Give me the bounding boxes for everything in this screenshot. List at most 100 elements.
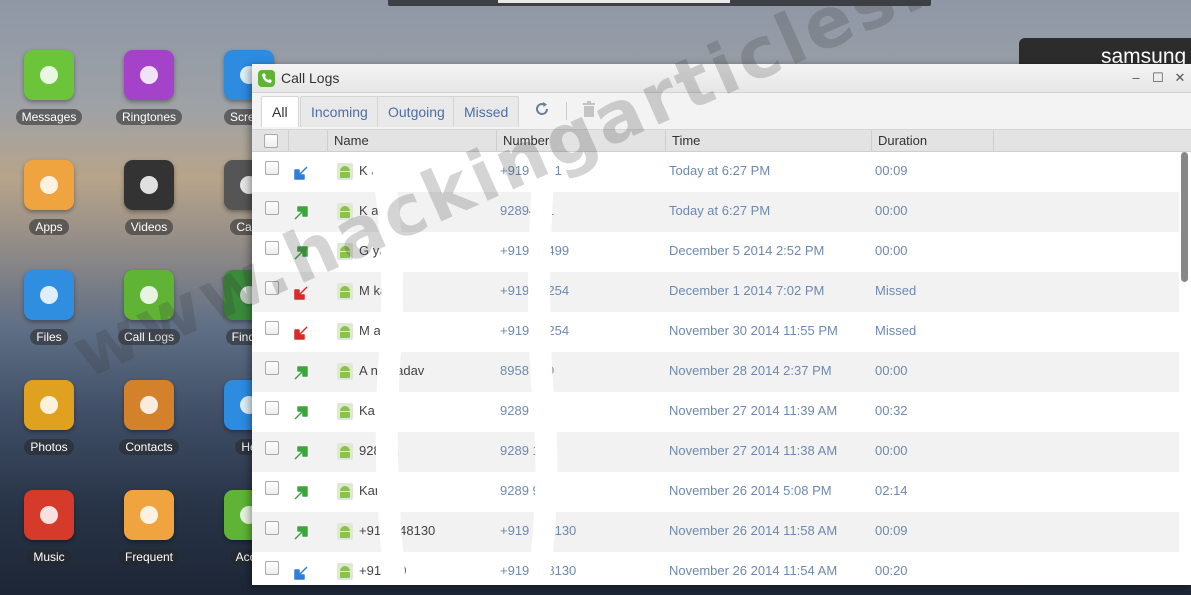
row-checkbox[interactable] — [265, 481, 279, 495]
maximize-button[interactable]: ☐ — [1147, 70, 1169, 86]
row-checkbox[interactable] — [265, 321, 279, 335]
phone-number: 9289 971 — [500, 483, 555, 498]
call-duration: Missed — [875, 283, 917, 298]
table-row[interactable]: K a +919 9971 Today at 6:27 PM 00:09 — [252, 152, 1179, 192]
frequent-icon — [124, 490, 174, 540]
app-messages[interactable]: Messages — [4, 50, 94, 126]
contact-name: M ka — [359, 283, 388, 298]
table-row[interactable]: G ya +919 20499 December 5 2014 2:52 PM 00:… — [252, 232, 1179, 272]
app-label: Apps — [29, 219, 69, 235]
table-row[interactable]: +91 8048130 +919 048130 November 26 2014 1… — [252, 512, 1179, 552]
speaker-icon — [124, 50, 174, 100]
folder-icon — [24, 270, 74, 320]
tab-incoming[interactable]: Incoming — [300, 96, 379, 127]
tab-missed[interactable]: Missed — [453, 96, 520, 127]
window-title: Call Logs — [281, 70, 340, 86]
app-videos[interactable]: Videos — [104, 160, 194, 236]
phone-number: +919 20499 — [500, 243, 570, 258]
incoming-call-icon — [294, 566, 308, 580]
column-duration[interactable]: Duration — [871, 130, 993, 152]
contact-name: M a — [359, 323, 381, 338]
table-row[interactable]: 928 71 9289 1 November 27 2014 11:38 AM 00:… — [252, 432, 1179, 472]
app-contacts[interactable]: Contacts — [104, 380, 194, 456]
window-titlebar[interactable]: Call Logs – ☐ ✕ — [252, 64, 1191, 93]
app-label: Frequent — [118, 549, 180, 565]
app-call-logs[interactable]: Call Logs — [104, 270, 194, 346]
app-photos[interactable]: Photos — [4, 380, 94, 456]
call-time: December 1 2014 7:02 PM — [669, 283, 825, 298]
row-checkbox[interactable] — [265, 521, 279, 535]
app-label: Contacts — [119, 439, 179, 455]
toolbar-divider — [566, 102, 567, 120]
table-row[interactable]: M ka +919 77254 December 1 2014 7:02 PM Mis… — [252, 272, 1179, 312]
table-row[interactable]: K a 928945 1 Today at 6:27 PM 00:00 — [252, 192, 1179, 232]
app-music[interactable]: Music — [4, 490, 94, 566]
trash-icon[interactable] — [582, 101, 596, 122]
call-time: Today at 6:27 PM — [669, 203, 771, 218]
row-checkbox[interactable] — [265, 561, 279, 575]
missed-call-icon — [294, 286, 308, 300]
scrollbar-thumb[interactable] — [1181, 152, 1188, 282]
clapperboard-icon — [124, 160, 174, 210]
android-icon — [337, 203, 353, 220]
table-row[interactable]: +91 130 +919 048130 November 26 2014 11:54… — [252, 552, 1179, 585]
android-icon — [337, 163, 353, 180]
call-time: November 26 2014 5:08 PM — [669, 483, 832, 498]
row-checkbox[interactable] — [265, 361, 279, 375]
contact-name: Kam — [359, 483, 386, 498]
phone-number: +919 77254 — [500, 323, 570, 338]
minimize-button[interactable]: – — [1125, 70, 1147, 86]
row-checkbox[interactable] — [265, 241, 279, 255]
call-duration: Missed — [875, 323, 917, 338]
row-checkbox[interactable] — [265, 441, 279, 455]
app-label: Messages — [15, 109, 83, 125]
table-row[interactable]: Ka 9289 971 November 27 2014 11:39 AM 00:32 — [252, 392, 1179, 432]
top-toolbar — [388, 0, 931, 6]
app-ringtones[interactable]: Ringtones — [104, 50, 194, 126]
table-row[interactable]: Kam 9289 971 November 26 2014 5:08 PM 02:14 — [252, 472, 1179, 512]
app-box-icon — [24, 160, 74, 210]
android-icon — [337, 403, 353, 420]
call-time: November 27 2014 11:38 AM — [669, 443, 838, 458]
row-checkbox[interactable] — [265, 201, 279, 215]
call-logs-window: Call Logs – ☐ ✕ All Incoming Outgoing Mi… — [252, 64, 1191, 585]
call-time: November 28 2014 2:37 PM — [669, 363, 832, 378]
app-files[interactable]: Files — [4, 270, 94, 346]
header-direction — [288, 130, 327, 152]
column-time[interactable]: Time — [665, 130, 871, 152]
app-apps[interactable]: Apps — [4, 160, 94, 236]
row-checkbox[interactable] — [265, 401, 279, 415]
select-all-checkbox[interactable] — [252, 130, 288, 152]
outgoing-call-icon — [294, 206, 308, 220]
tab-all[interactable]: All — [261, 96, 299, 127]
table-header: Name Number Time Duration — [252, 130, 1191, 152]
contacts-icon — [124, 380, 174, 430]
app-frequent[interactable]: Frequent — [104, 490, 194, 566]
incoming-call-icon — [294, 166, 308, 180]
phone-number: 9289 1 — [500, 443, 540, 458]
column-number[interactable]: Number — [496, 130, 665, 152]
call-time: November 27 2014 11:39 AM — [669, 403, 838, 418]
android-icon — [337, 483, 353, 500]
app-label: Ringtones — [115, 109, 183, 125]
music-icon — [24, 490, 74, 540]
table-row[interactable]: A na Yadav 8958 009 November 28 2014 2:37 … — [252, 352, 1179, 392]
phone-icon — [258, 69, 275, 87]
refresh-icon[interactable] — [534, 101, 550, 122]
table-row[interactable]: M a +919 77254 November 30 2014 11:55 PM Mi… — [252, 312, 1179, 352]
contact-name: +91 130 — [359, 563, 407, 578]
row-checkbox[interactable] — [265, 161, 279, 175]
column-name[interactable]: Name — [327, 130, 496, 152]
outgoing-call-icon — [294, 246, 308, 260]
call-time: November 30 2014 11:55 PM — [669, 323, 838, 338]
call-duration: 00:32 — [875, 403, 908, 418]
top-search-field[interactable] — [498, 0, 730, 3]
tab-outgoing[interactable]: Outgoing — [377, 96, 456, 127]
contact-name: 928 71 — [359, 443, 399, 458]
call-log-list: K a +919 9971 Today at 6:27 PM 00:09 K a 9289… — [252, 152, 1179, 585]
call-duration: 00:09 — [875, 523, 908, 538]
close-button[interactable]: ✕ — [1169, 70, 1191, 86]
contact-name: K a — [359, 203, 379, 218]
row-checkbox[interactable] — [265, 281, 279, 295]
outgoing-call-icon — [294, 366, 308, 380]
